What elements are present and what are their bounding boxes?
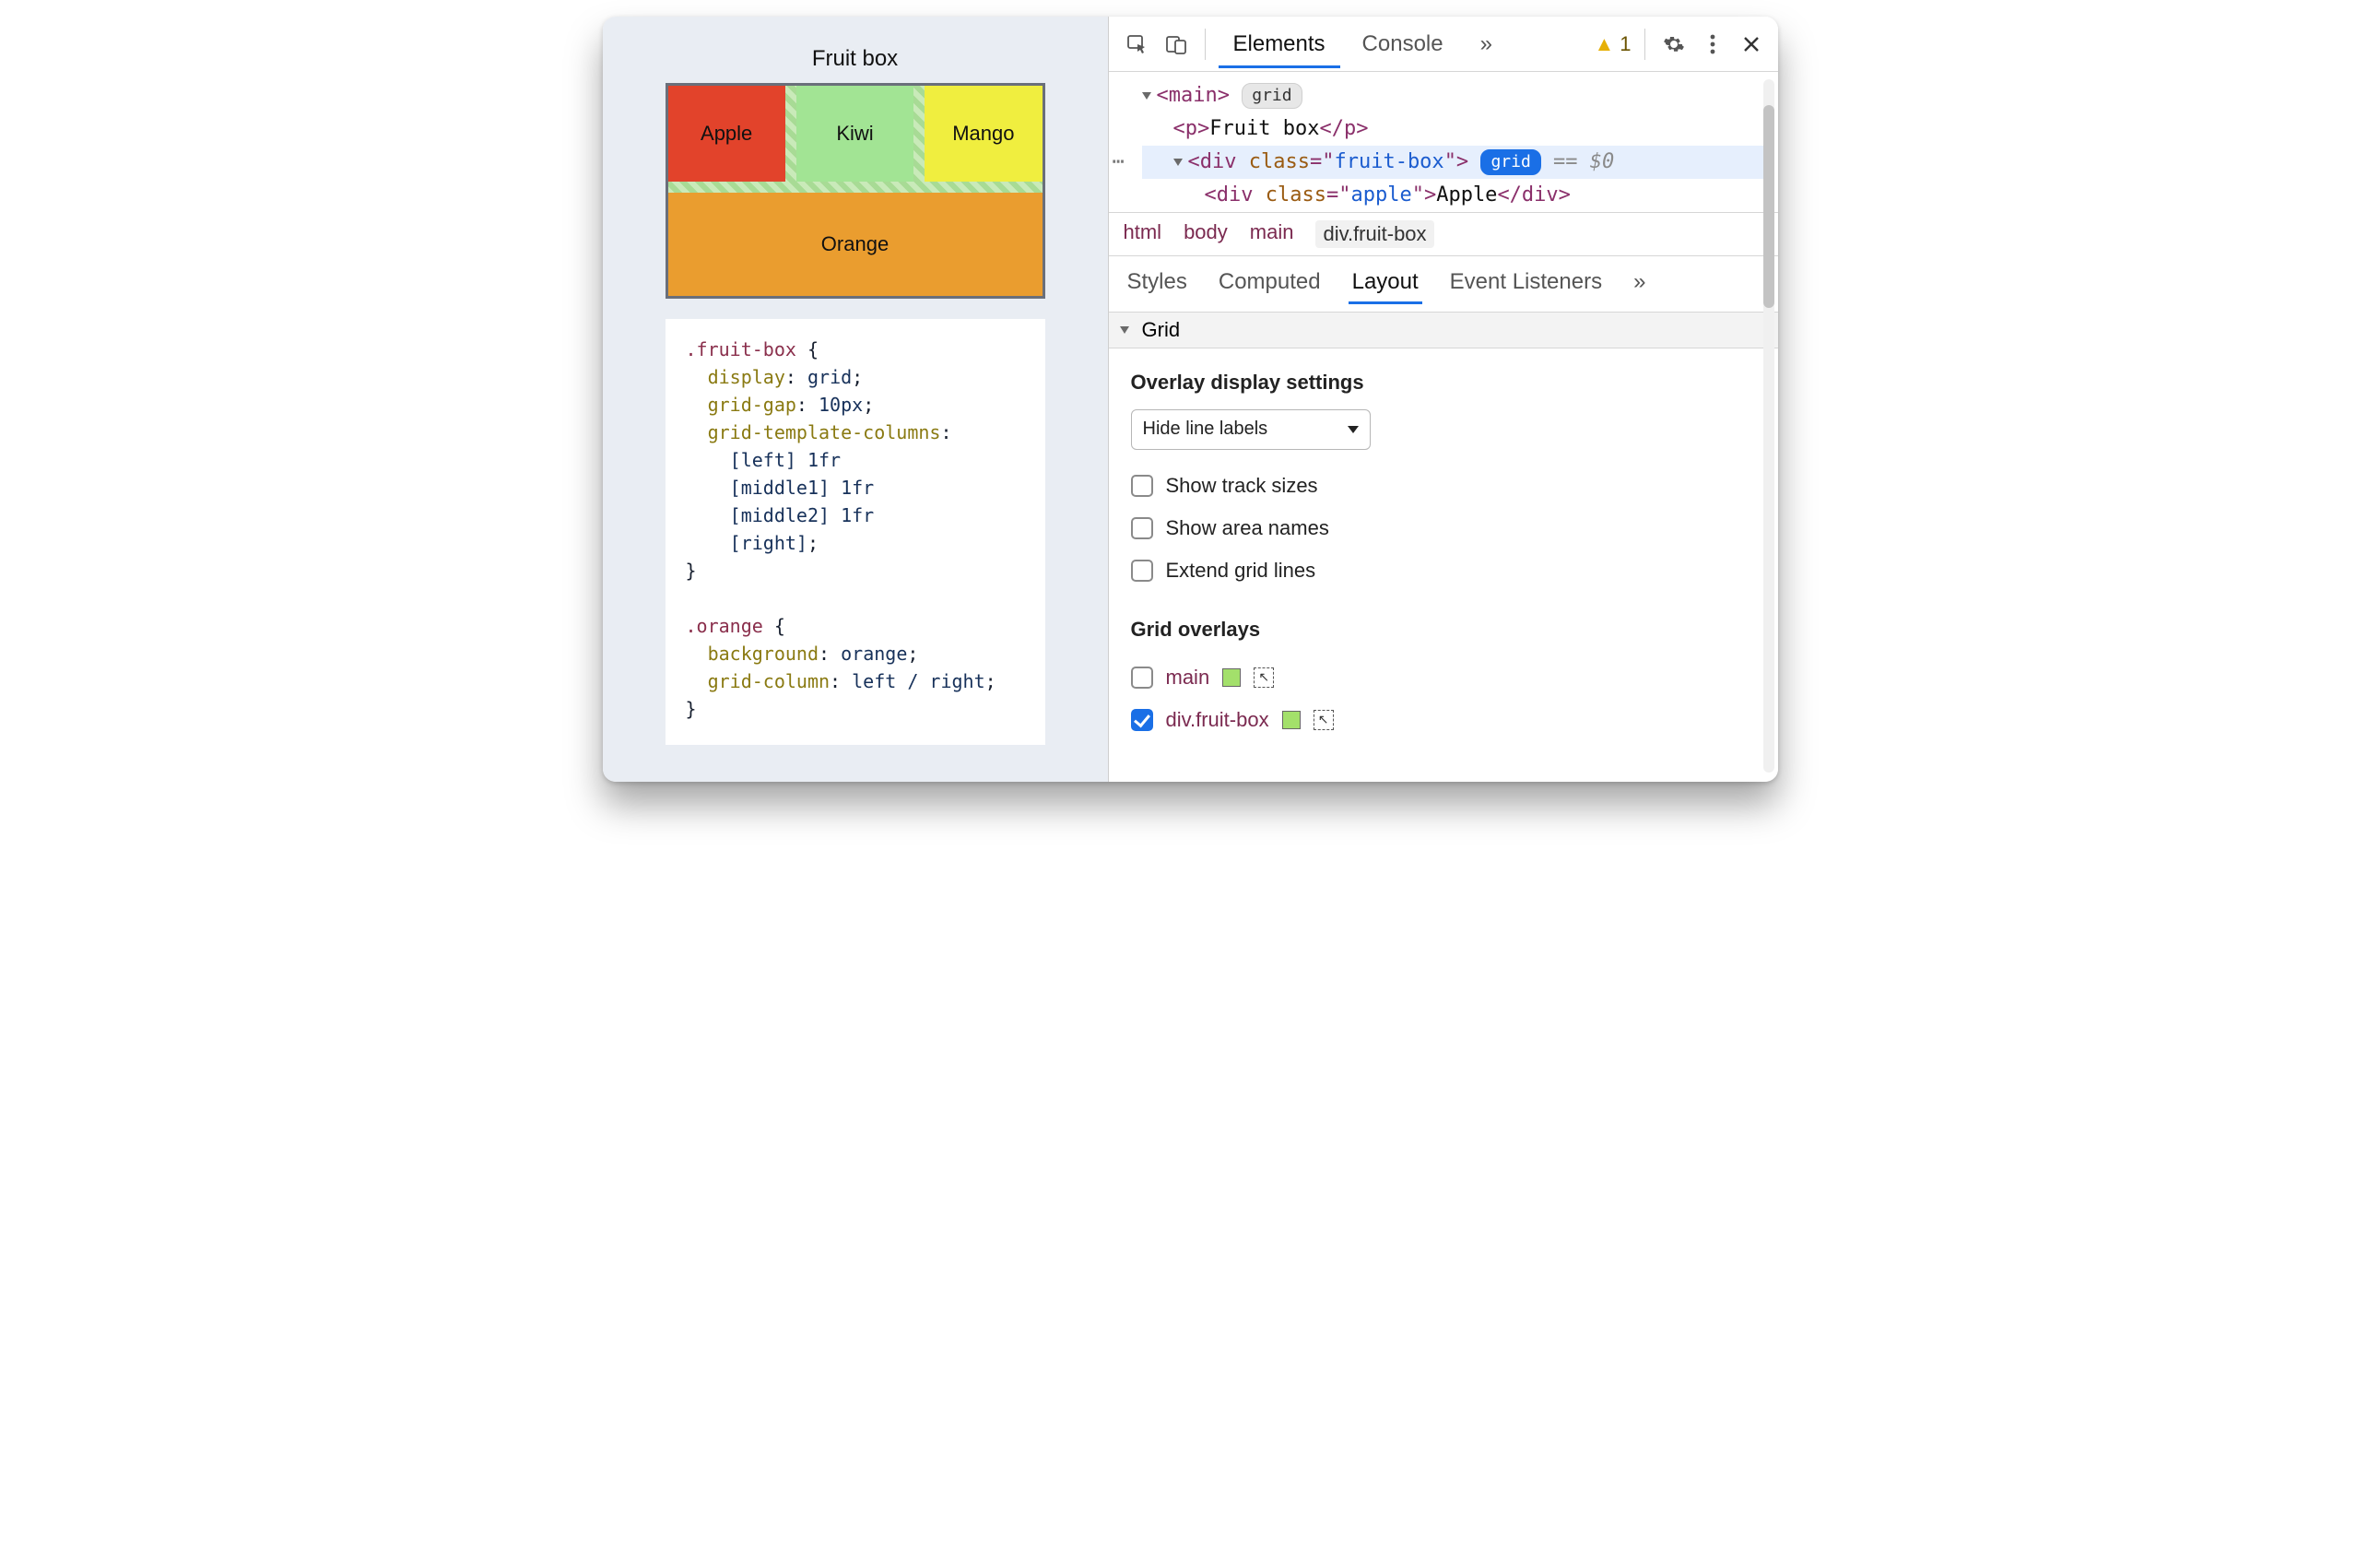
reveal-element-icon[interactable]: ↖	[1314, 710, 1334, 730]
dom-node-child[interactable]: <div class="apple">Apple</div>	[1142, 179, 1769, 212]
expand-caret-icon[interactable]	[1142, 92, 1151, 100]
subtab-event-listeners[interactable]: Event Listeners	[1446, 266, 1606, 304]
section-title: Grid	[1142, 318, 1181, 342]
grid-cell-kiwi: Kiwi	[796, 86, 913, 182]
subtab-computed[interactable]: Computed	[1215, 266, 1325, 304]
checkbox-show-track-sizes[interactable]	[1131, 475, 1153, 497]
grid-overlays-title: Grid overlays	[1131, 618, 1756, 642]
overlay-checkbox-main[interactable]	[1131, 667, 1153, 689]
color-swatch[interactable]	[1222, 668, 1241, 687]
warning-icon: ▲	[1594, 32, 1614, 56]
checkbox-extend-grid-lines[interactable]	[1131, 560, 1153, 582]
close-icon[interactable]	[1736, 29, 1767, 60]
window: Fruit box Apple Kiwi Mango Orange .fruit…	[603, 17, 1778, 782]
subtabs-overflow[interactable]: »	[1630, 266, 1649, 304]
checkbox-label: Show area names	[1166, 516, 1329, 540]
grid-badge[interactable]: grid	[1242, 83, 1302, 109]
breadcrumb-item[interactable]: html	[1124, 220, 1162, 248]
dom-tree[interactable]: <main> grid <p>Fruit box</p> <div class=…	[1109, 72, 1778, 212]
rendered-page-viewport: Fruit box Apple Kiwi Mango Orange .fruit…	[603, 17, 1108, 782]
css-snippet-card: .fruit-box { display: grid; grid-gap: 10…	[666, 319, 1045, 745]
overlay-label: div.fruit-box	[1166, 708, 1269, 732]
reveal-element-icon[interactable]: ↖	[1254, 667, 1274, 688]
line-labels-select[interactable]: Hide line labels	[1131, 409, 1371, 450]
collapse-caret-icon[interactable]	[1120, 326, 1129, 334]
dom-node-p[interactable]: <p>Fruit box</p>	[1142, 112, 1769, 146]
checkbox-label: Show track sizes	[1166, 474, 1318, 498]
tab-console[interactable]: Console	[1348, 20, 1458, 68]
scrollbar-thumb[interactable]	[1763, 105, 1774, 308]
scrollbar[interactable]	[1763, 79, 1774, 773]
overlay-label: main	[1166, 666, 1210, 690]
grid-overlay-item[interactable]: main ↖	[1131, 656, 1756, 699]
breadcrumb-item-active[interactable]: div.fruit-box	[1315, 220, 1433, 248]
grid-badge-active[interactable]: grid	[1480, 149, 1540, 175]
toolbar-separator	[1205, 29, 1206, 60]
color-swatch[interactable]	[1282, 711, 1301, 729]
checkbox-show-area-names[interactable]	[1131, 517, 1153, 539]
selected-marker: == $0	[1553, 150, 1614, 173]
sidebar-subtabs: Styles Computed Layout Event Listeners »	[1109, 256, 1778, 313]
warning-count: 1	[1620, 32, 1631, 56]
inspect-element-icon[interactable]	[1122, 29, 1153, 60]
subtab-styles[interactable]: Styles	[1124, 266, 1191, 304]
overlay-checkbox-fruit-box[interactable]	[1131, 709, 1153, 731]
grid-cell-apple: Apple	[668, 86, 785, 182]
breadcrumb: html body main div.fruit-box	[1109, 212, 1778, 256]
section-header-grid[interactable]: Grid	[1109, 313, 1778, 348]
devtools-toolbar: Elements Console » ▲ 1	[1109, 17, 1778, 72]
breadcrumb-item[interactable]: body	[1184, 220, 1228, 248]
kebab-menu-icon[interactable]	[1697, 29, 1728, 60]
chevron-down-icon	[1348, 426, 1359, 433]
checkbox-label: Extend grid lines	[1166, 559, 1316, 583]
overlay-settings-title: Overlay display settings	[1131, 371, 1756, 395]
grid-overlay-item[interactable]: div.fruit-box ↖	[1131, 699, 1756, 741]
checkbox-show-track-sizes-row[interactable]: Show track sizes	[1131, 465, 1756, 507]
layout-panel: Overlay display settings Hide line label…	[1109, 348, 1778, 782]
toolbar-separator	[1644, 29, 1645, 60]
breadcrumb-item[interactable]: main	[1250, 220, 1294, 248]
gear-icon[interactable]	[1658, 29, 1690, 60]
tab-elements[interactable]: Elements	[1219, 20, 1340, 68]
devtools-panel: Elements Console » ▲ 1 <main> grid	[1108, 17, 1778, 782]
grid-container-outline: Apple Kiwi Mango Orange	[666, 83, 1045, 299]
page-title: Fruit box	[812, 46, 898, 72]
subtab-layout[interactable]: Layout	[1349, 266, 1422, 304]
checkbox-show-area-names-row[interactable]: Show area names	[1131, 507, 1756, 549]
grid-cell-mango: Mango	[925, 86, 1042, 182]
expand-caret-icon[interactable]	[1173, 159, 1183, 166]
device-toolbar-icon[interactable]	[1161, 29, 1192, 60]
fruit-box-grid: Apple Kiwi Mango Orange	[668, 86, 1043, 296]
select-value: Hide line labels	[1143, 419, 1268, 440]
tabs-overflow[interactable]: »	[1466, 20, 1507, 68]
dom-node-selected[interactable]: <div class="fruit-box"> grid == $0	[1142, 146, 1769, 179]
checkbox-extend-grid-lines-row[interactable]: Extend grid lines	[1131, 549, 1756, 592]
warnings-badge[interactable]: ▲ 1	[1594, 32, 1631, 56]
dom-node-main[interactable]: <main> grid	[1142, 79, 1769, 112]
grid-cell-orange: Orange	[668, 193, 1043, 296]
